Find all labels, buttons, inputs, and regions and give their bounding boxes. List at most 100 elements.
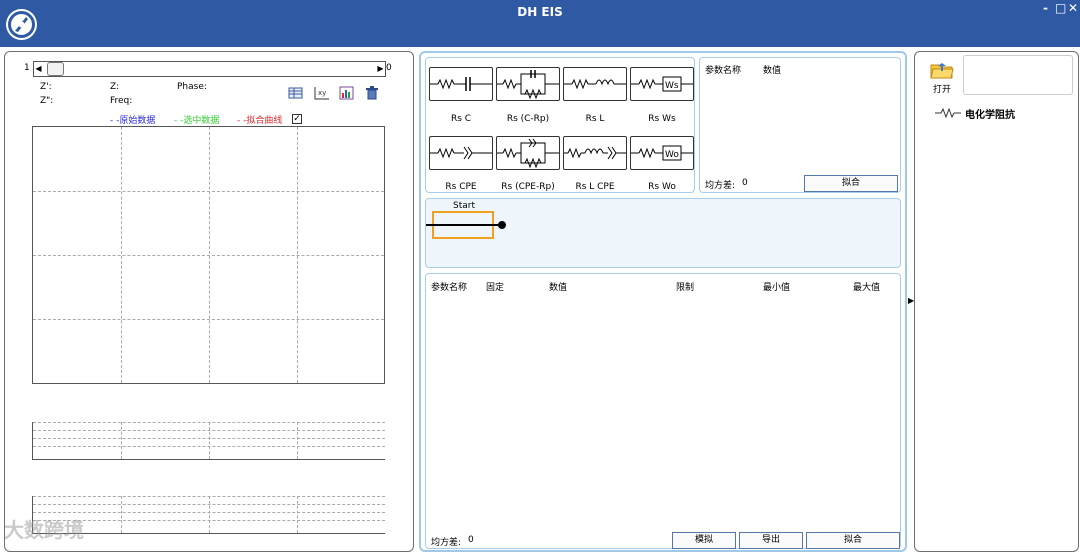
open-label[interactable]: 打开 — [933, 82, 951, 95]
file-panel: 打开 电化学阻抗 — [914, 51, 1079, 552]
export-button[interactable]: 导出 — [739, 532, 803, 549]
circuit-library: Ws Rs C Rs (C-Rp) Rs L Rs Ws Wo Rs CPE R… — [425, 57, 695, 193]
grid-line — [33, 446, 385, 447]
slider-max-label: 0 — [386, 63, 392, 73]
param-summary: 参数名称 数值 均方差: 0 拟合 — [699, 57, 901, 193]
svg-text:xy: xy — [318, 89, 326, 97]
chart-export-icon[interactable] — [337, 84, 357, 102]
circuit-rs-cpe-label: Rs CPE — [445, 182, 477, 192]
grid-line — [121, 422, 122, 459]
freq-readout: Freq: — [110, 96, 133, 106]
fit-curve-checkbox[interactable]: ✓ — [292, 114, 302, 124]
start-wire — [426, 224, 502, 226]
table-fit-button[interactable]: 拟合 — [806, 532, 900, 549]
legend-selected-data: - -选中数据 — [174, 113, 219, 126]
param-table: 参数名称 固定 数值 限制 最小值 最大值 均方差: 0 模拟 导出 拟合 — [425, 273, 901, 549]
trash-icon[interactable] — [362, 84, 382, 102]
slider-left-arrow-icon[interactable]: ◀ — [34, 62, 43, 76]
grid-line — [33, 422, 385, 423]
circuit-rs-c-rp-button[interactable] — [496, 67, 560, 101]
rs-c-circuit-icon — [430, 77, 492, 91]
z-imag-readout: Z": — [40, 96, 54, 106]
table-mse-label: 均方差: — [431, 538, 462, 548]
circuit-rs-cpe-rp-button[interactable] — [496, 136, 560, 170]
svg-text:Wo: Wo — [665, 150, 679, 160]
plot-panel: 1 ◀ ▶ 0 Z': Z: Phase: Z": Freq: xy - -原始… — [4, 51, 414, 552]
data-slider[interactable]: ◀ ▶ — [33, 61, 386, 77]
file-preview-box — [963, 55, 1073, 95]
grid-line — [33, 504, 385, 505]
legend-selected-label: - -选中数据 — [174, 116, 220, 126]
connection-point-icon[interactable] — [498, 221, 506, 229]
watermark: 大数跨境 — [4, 518, 84, 542]
slider-thumb[interactable] — [47, 62, 64, 76]
simulate-button[interactable]: 模拟 — [672, 532, 736, 549]
svg-text:Ws: Ws — [665, 81, 679, 91]
circuit-rs-l-label: Rs L — [585, 114, 605, 124]
param-table-header-max: 最大值 — [853, 283, 881, 293]
table-icon[interactable] — [286, 84, 306, 102]
legend-raw-label: - -原始数据 — [110, 116, 156, 126]
grid-line — [33, 512, 385, 513]
bode-phase-chart[interactable] — [32, 496, 385, 534]
circuit-rs-ws-button[interactable]: Ws — [630, 67, 694, 101]
grid-line — [121, 496, 122, 533]
param-table-header-name: 参数名称 — [431, 283, 468, 293]
legend-fit-label: - -拟合曲线 — [237, 116, 283, 126]
app-title: DH EIS — [517, 5, 563, 19]
grid-line — [33, 255, 384, 256]
legend-raw-data: - -原始数据 — [110, 113, 155, 126]
tree-item-impedance[interactable]: 电化学阻抗 — [965, 106, 1015, 121]
mse-value: 0 — [742, 178, 748, 188]
param-table-header-limit: 限制 — [676, 283, 695, 293]
rs-l-cpe-circuit-icon — [564, 146, 626, 160]
grid-line — [33, 319, 384, 320]
circuit-rs-cpe-button[interactable] — [429, 136, 493, 170]
rs-cpe-rp-circuit-icon — [497, 138, 559, 169]
nyquist-chart[interactable] — [32, 126, 385, 384]
grid-line — [297, 422, 298, 459]
grid-line — [33, 520, 385, 521]
circuit-rs-c-button[interactable] — [429, 67, 493, 101]
circuit-rs-l-cpe-button[interactable] — [563, 136, 627, 170]
phase-readout: Phase: — [177, 82, 207, 92]
grid-line — [297, 496, 298, 533]
circuit-panel: Ws Rs C Rs (C-Rp) Rs L Rs Ws Wo Rs CPE R… — [419, 51, 907, 552]
grid-line — [33, 430, 385, 431]
param-table-header-min: 最小值 — [763, 283, 791, 293]
start-label: Start — [453, 201, 475, 211]
grid-line — [209, 496, 210, 533]
circuit-canvas[interactable]: Start — [425, 198, 901, 268]
slider-min-label: 1 — [24, 63, 30, 73]
impedance-tree-icon — [935, 107, 961, 119]
param-table-header-value: 数值 — [549, 283, 568, 293]
param-table-header-fixed: 固定 — [486, 283, 505, 293]
rs-l-circuit-icon — [564, 78, 626, 90]
circuit-rs-l-cpe-label: Rs L CPE — [575, 182, 615, 192]
grid-line — [209, 422, 210, 459]
circuit-rs-ws-label: Rs Ws — [648, 114, 676, 124]
close-button[interactable]: ✕ — [1068, 2, 1078, 14]
legend-fit-curve: - -拟合曲线 — [237, 113, 282, 126]
bode-magnitude-chart[interactable] — [32, 422, 385, 460]
table-mse-value: 0 — [468, 535, 474, 545]
circuit-rs-wo-label: Rs Wo — [648, 182, 676, 192]
circuit-rs-l-button[interactable] — [563, 67, 627, 101]
z-real-readout: Z': — [40, 82, 52, 92]
circuit-rs-cpe-rp-label: Rs (CPE-Rp) — [501, 182, 555, 192]
xy-plot-icon[interactable]: xy — [312, 84, 332, 102]
rs-c-rp-circuit-icon — [497, 70, 559, 100]
fit-button[interactable]: 拟合 — [804, 175, 898, 192]
open-folder-icon[interactable] — [930, 60, 954, 83]
grid-line — [33, 191, 384, 192]
maximize-button[interactable]: □ — [1055, 2, 1066, 14]
minimize-button[interactable]: - — [1043, 2, 1048, 14]
circuit-rs-wo-button[interactable]: Wo — [630, 136, 694, 170]
grid-line — [33, 438, 385, 439]
title-bar: DH EIS - □ ✕ — [0, 0, 1080, 47]
circuit-rs-c-rp-label: Rs (C-Rp) — [506, 114, 550, 124]
param-name-header: 参数名称 — [705, 66, 742, 76]
rs-wo-circuit-icon: Wo — [631, 145, 693, 161]
slider-right-arrow-icon[interactable]: ▶ — [376, 62, 385, 76]
circuit-rs-c-label: Rs C — [450, 114, 472, 124]
